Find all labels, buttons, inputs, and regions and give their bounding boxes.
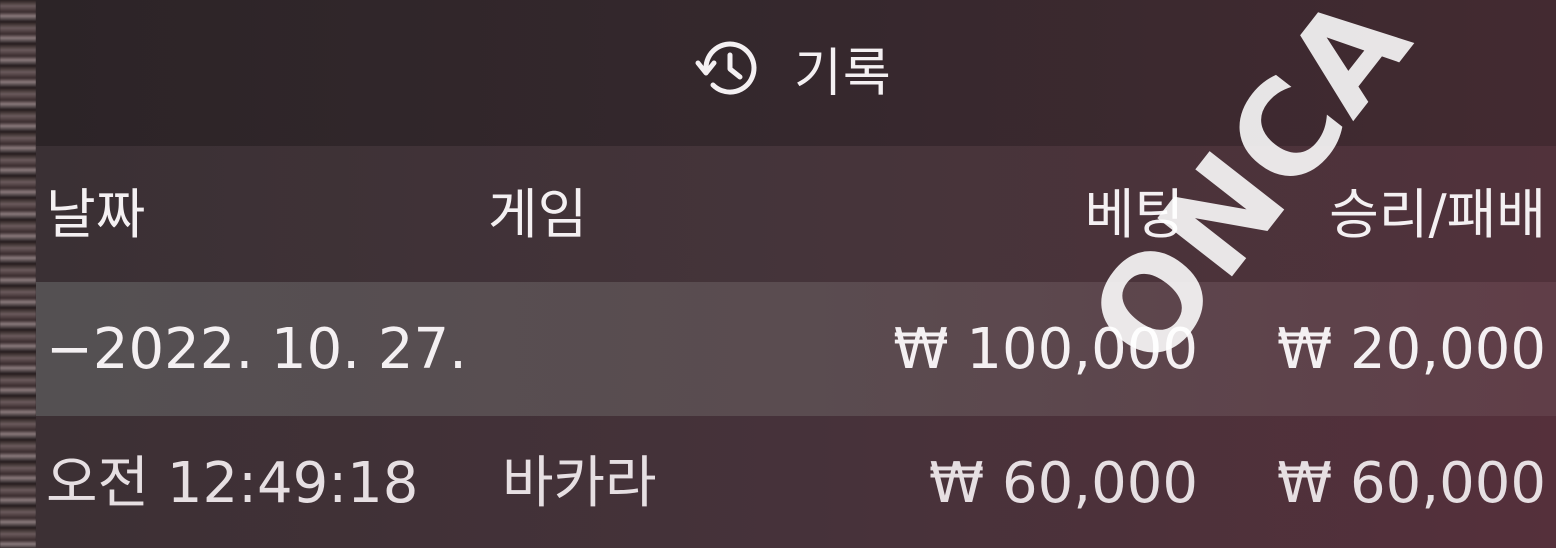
table-header: 날짜 게임 베팅 승리/패배 bbox=[36, 146, 1556, 282]
row-date: −2022. 10. 27. bbox=[46, 317, 467, 382]
title-group: 기록 bbox=[692, 28, 892, 108]
row-result: ₩ 20,000 bbox=[1276, 317, 1546, 382]
row-game: 바카라 bbox=[502, 451, 657, 516]
history-icon bbox=[692, 31, 766, 105]
background-edge bbox=[0, 0, 36, 548]
row-bet: ₩ 60,000 bbox=[928, 451, 1198, 516]
column-header-date: 날짜 bbox=[46, 183, 146, 246]
history-panel: 기록 날짜 게임 베팅 승리/패배 −2022. 10. 27. ₩ 100,0… bbox=[36, 0, 1556, 548]
row-result: ₩ 60,000 bbox=[1276, 451, 1546, 516]
column-header-game: 게임 bbox=[488, 183, 588, 246]
page-title: 기록 bbox=[794, 43, 892, 104]
row-time: 오전 12:49:18 bbox=[46, 451, 419, 516]
column-header-bet: 베팅 bbox=[1084, 183, 1184, 246]
title-bar: 기록 bbox=[36, 0, 1556, 146]
history-screen: 기록 날짜 게임 베팅 승리/패배 −2022. 10. 27. ₩ 100,0… bbox=[0, 0, 1556, 548]
table-row[interactable]: −2022. 10. 27. ₩ 100,000 ₩ 20,000 bbox=[36, 282, 1556, 416]
row-bet: ₩ 100,000 bbox=[893, 317, 1198, 382]
table-row[interactable]: 오전 12:49:18 바카라 ₩ 60,000 ₩ 60,000 bbox=[36, 416, 1556, 548]
column-header-result: 승리/패배 bbox=[1329, 183, 1546, 246]
